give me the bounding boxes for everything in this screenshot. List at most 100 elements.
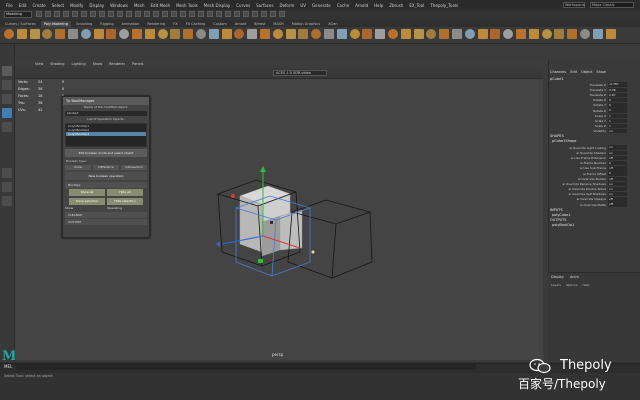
visibility-button[interactable]: Show selection: [69, 198, 105, 205]
status-tool-icon[interactable]: [45, 11, 51, 17]
shelf-tool-icon[interactable]: [554, 29, 565, 39]
channel-attr-row[interactable]: Rotate Z0: [548, 108, 628, 113]
shelf-tool-icon[interactable]: [388, 29, 398, 39]
status-tool-icon[interactable]: [72, 11, 78, 17]
mel-label[interactable]: MEL: [4, 364, 12, 369]
shelf-tool-icon[interactable]: [324, 29, 334, 39]
shelf-tool-icon[interactable]: [336, 29, 347, 39]
channel-menu-item[interactable]: Edit: [570, 70, 577, 74]
channel-attr-value[interactable]: 0: [608, 108, 627, 113]
layout-four-icon[interactable]: [2, 182, 12, 192]
shelf-tool-icon[interactable]: [29, 29, 40, 39]
shelf-tool-icon[interactable]: [285, 29, 296, 39]
channel-attr-value[interactable]: 1: [608, 118, 627, 124]
menu-item[interactable]: Edit Mesh: [151, 3, 171, 8]
layout-side-icon[interactable]: [2, 196, 12, 206]
shelf-tab[interactable]: Animation: [119, 21, 143, 27]
channel-attr-value[interactable]: 0: [608, 103, 627, 108]
layer-tab[interactable]: Anim: [570, 275, 579, 279]
status-tool-icon[interactable]: [135, 11, 141, 17]
viewport-menu-item[interactable]: View: [35, 62, 43, 66]
shelf-tab[interactable]: Poly Modeling: [40, 20, 71, 27]
channel-attr-row[interactable]: Translate Y 0.06: [548, 87, 628, 92]
channel-attr-value[interactable]: off: [608, 176, 627, 181]
shelf-tool-icon[interactable]: [490, 29, 501, 39]
layout-single-icon[interactable]: [2, 168, 12, 178]
status-tool-icon[interactable]: [252, 11, 258, 17]
menu-item[interactable]: File: [6, 3, 13, 8]
shelf-tool-icon[interactable]: [106, 29, 117, 39]
status-tool-icon[interactable]: [126, 11, 132, 17]
shelf-tool-icon[interactable]: [16, 29, 27, 39]
shelf-tool-icon[interactable]: [477, 29, 488, 39]
shelf-tool-icon[interactable]: [272, 29, 283, 39]
channel-attr-row[interactable]: ai Override Shaders on: [548, 150, 628, 155]
channel-menu-item[interactable]: Object: [581, 70, 592, 74]
shelf-tool-icon[interactable]: [170, 29, 181, 39]
output-node[interactable]: polyBoolOp1: [552, 223, 574, 227]
shelf-tab[interactable]: Rendering: [144, 21, 168, 27]
menu-item[interactable]: Display: [89, 3, 104, 8]
layer-tab[interactable]: Display: [551, 275, 564, 279]
menu-item[interactable]: Generate: [312, 3, 331, 8]
shelf-tool-icon[interactable]: [528, 29, 539, 39]
status-tool-icon[interactable]: [117, 11, 123, 17]
shelf-tool-icon[interactable]: [541, 29, 552, 39]
status-tool-icon[interactable]: [153, 11, 159, 17]
status-tool-icon[interactable]: [99, 11, 105, 17]
visibility-button[interactable]: Show all: [69, 189, 105, 196]
viewport-menu-item[interactable]: Show: [93, 62, 102, 66]
status-tool-icon[interactable]: [270, 11, 276, 17]
channel-attr-value[interactable]: off: [608, 197, 627, 202]
channel-attr-value[interactable]: on: [608, 145, 627, 150]
shelf-tool-icon[interactable]: [93, 29, 104, 39]
shelf-tool-icon[interactable]: [516, 29, 526, 39]
shelf-tool-icon[interactable]: [580, 29, 590, 39]
shelf-tab[interactable]: XGen: [325, 21, 340, 27]
viewport-menu-item[interactable]: Panels: [132, 62, 143, 66]
channel-attr-value[interactable]: 1: [608, 113, 627, 118]
channel-attr-value[interactable]: 0.06: [608, 87, 627, 92]
plugin-title[interactable]: Tp BoolManager: [63, 97, 149, 105]
shelf-tool-icon[interactable]: [144, 29, 155, 39]
status-tool-icon[interactable]: [207, 11, 213, 17]
menu-item[interactable]: Surfaces: [256, 3, 273, 8]
menu-item[interactable]: Arnold: [355, 3, 368, 8]
input-node[interactable]: polyCube1: [552, 213, 571, 217]
shelf-tool-icon[interactable]: [132, 29, 142, 39]
workspace-dropdown[interactable]: Maya Classic: [590, 2, 634, 8]
status-tool-icon[interactable]: [279, 11, 285, 17]
menu-item[interactable]: Windows: [110, 3, 128, 8]
channel-attr-row[interactable]: ai Use Frame Extension off: [548, 155, 628, 161]
shelf-tool-icon[interactable]: [413, 29, 424, 39]
rotate-tool-icon[interactable]: [2, 122, 12, 132]
cleanup-section[interactable]: CLEANUP: [65, 212, 147, 218]
status-tool-icon[interactable]: [54, 11, 60, 17]
menu-item[interactable]: Select: [52, 3, 64, 8]
channel-attr-row[interactable]: Rotate X0: [548, 97, 628, 103]
shelf-tool-icon[interactable]: [68, 29, 78, 39]
status-tool-icon[interactable]: [261, 11, 267, 17]
status-tool-icon[interactable]: [198, 11, 204, 17]
boolean-type-radio[interactable]: Difference: [93, 165, 119, 170]
shelf-tool-icon[interactable]: [196, 29, 206, 39]
shelf-tab[interactable]: Motion Graphics: [289, 21, 323, 27]
shelf-tool-icon[interactable]: [298, 29, 309, 39]
channel-attr-value[interactable]: -0.787: [608, 82, 627, 87]
shelf-tab[interactable]: Sculpting: [73, 21, 95, 27]
shelf-tool-icon[interactable]: [157, 29, 168, 39]
shelf-tool-icon[interactable]: [452, 29, 462, 39]
lasso-tool-icon[interactable]: [2, 80, 12, 90]
menu-item[interactable]: EX_Tool: [409, 3, 424, 8]
shelf-tool-icon[interactable]: [592, 29, 603, 39]
shelf-tool-icon[interactable]: [567, 29, 578, 39]
shelf-tool-icon[interactable]: [247, 29, 258, 39]
modified-object-field[interactable]: pCube1: [65, 111, 147, 116]
shelf-tab[interactable]: Bifrost: [251, 21, 268, 27]
operating-checkbox[interactable]: Operating: [107, 206, 147, 211]
status-tool-icon[interactable]: [189, 11, 195, 17]
status-tool-icon[interactable]: [63, 11, 69, 17]
viewport-menu-item[interactable]: Lighting: [72, 62, 86, 66]
shelf-tool-icon[interactable]: [221, 29, 232, 39]
new-boolean-button[interactable]: New boolean operation: [65, 172, 147, 180]
